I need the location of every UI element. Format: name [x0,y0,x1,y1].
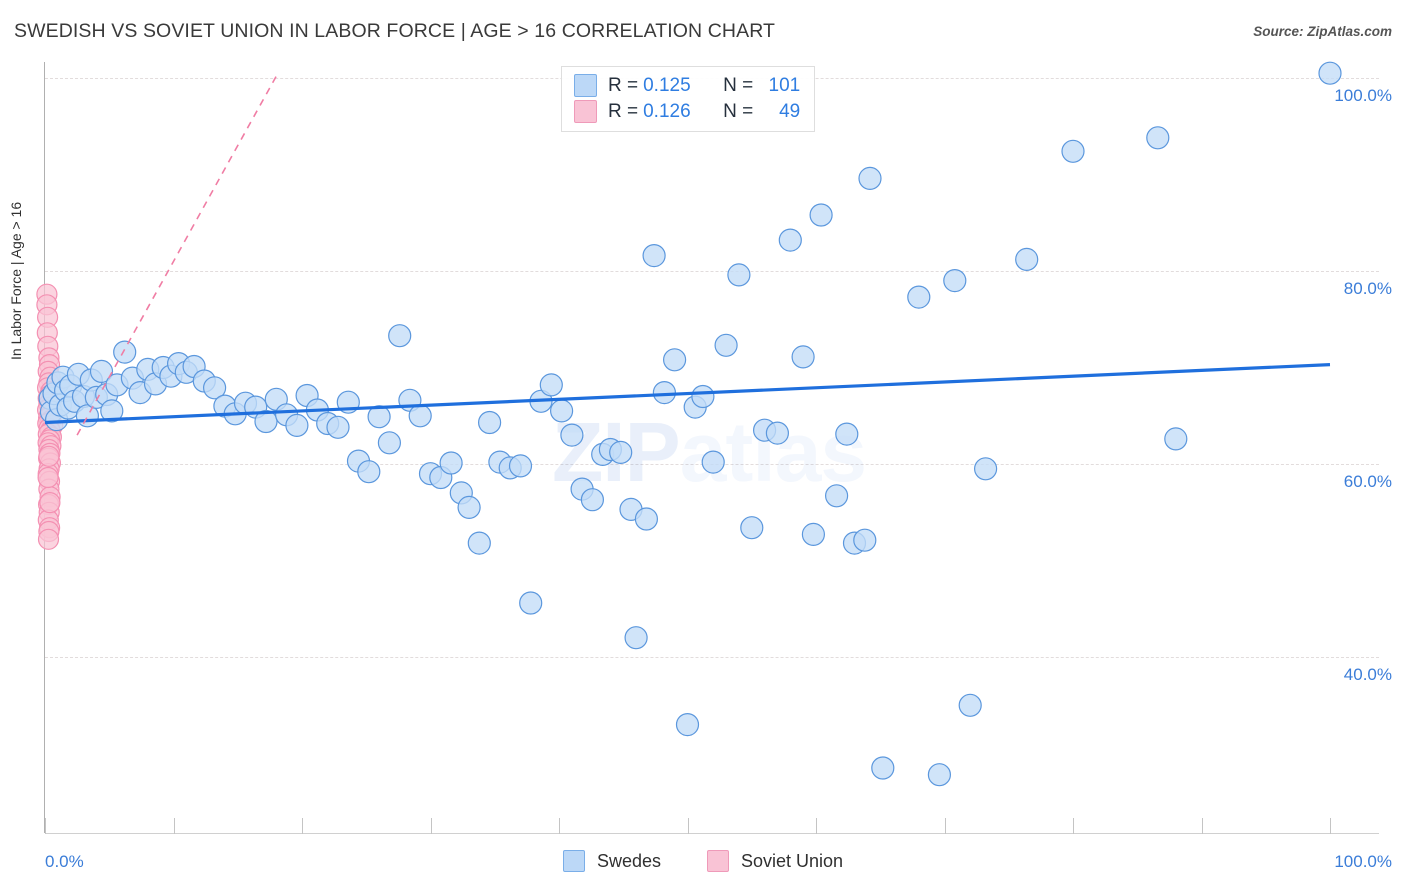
data-point [871,756,895,780]
data-point [809,203,833,227]
data-point [478,410,502,435]
stats-row-soviet-union: R = 0.126 N = 49 [574,100,800,123]
data-point [858,166,882,190]
legend-swatch-soviet-union-icon [706,850,729,872]
data-point [357,460,381,484]
stats-row-swedes: R = 0.125 N = 101 [574,74,800,97]
data-point [39,492,61,514]
data-point [791,345,815,369]
data-point [439,451,463,475]
data-point [691,384,715,409]
data-point [624,626,648,650]
stats-n-label-soviet: N = [723,100,754,122]
data-point [326,415,350,439]
data-point [853,528,877,552]
scatter-plot [36,61,1342,787]
data-point [508,454,533,478]
data-point [1164,427,1188,451]
legend-label-soviet-union: Soviet Union [740,850,844,871]
data-point [662,348,687,372]
data-point [467,531,491,555]
data-point [560,423,584,447]
data-point [824,484,849,508]
data-point [652,381,677,405]
stats-r-label-swedes: R = [608,74,639,96]
data-point [740,516,764,540]
data-point [580,488,605,512]
data-point [113,340,137,364]
data-point [765,421,790,445]
legend-item-swedes[interactable]: Swedes [562,850,661,872]
data-point [539,373,563,397]
stats-n-label-swedes: N = [723,74,754,96]
legend-item-soviet-union[interactable]: Soviet Union [706,850,844,872]
chart-root: SWEDISH VS SOVIET UNION IN LABOR FORCE |… [0,0,1406,892]
data-point [549,399,574,423]
data-point [609,440,633,464]
data-point [38,445,60,467]
data-point [642,244,666,268]
data-point [634,507,659,531]
data-point [727,263,751,287]
data-point [943,269,967,293]
stats-r-label-soviet: R = [608,100,639,122]
data-point [408,404,432,428]
correlation-stats-box: R = 0.125 N = 101 R = 0.126 N = 49 [561,66,816,132]
data-point [37,466,59,489]
data-point [285,413,309,437]
stats-n-value-soviet: 49 [779,100,801,122]
data-point [907,285,931,309]
stats-r-value-soviet: 0.126 [643,100,691,122]
data-point [714,333,738,357]
data-point [778,228,802,252]
data-point [1061,139,1085,163]
data-point [1146,126,1170,150]
data-point [675,712,700,737]
data-point [1318,61,1342,85]
data-point [927,763,952,787]
series-legend: Swedes Soviet Union [0,850,1406,872]
data-point [701,450,725,474]
data-point [801,522,826,547]
series-swedes [38,61,1342,787]
stats-r-value-swedes: 0.125 [643,74,691,96]
legend-label-swedes: Swedes [596,850,661,871]
data-point [388,324,412,348]
legend-swatch-swedes-icon [562,850,585,872]
data-point [37,528,60,550]
data-point [1015,247,1039,271]
data-point [835,422,859,446]
swatch-swedes-icon [574,74,597,97]
swatch-soviet-union-icon [574,100,597,123]
data-point [457,495,481,519]
data-point [519,591,543,615]
data-point [973,457,998,481]
data-point [377,431,401,455]
data-point [958,693,982,717]
stats-n-value-swedes: 101 [768,74,801,96]
